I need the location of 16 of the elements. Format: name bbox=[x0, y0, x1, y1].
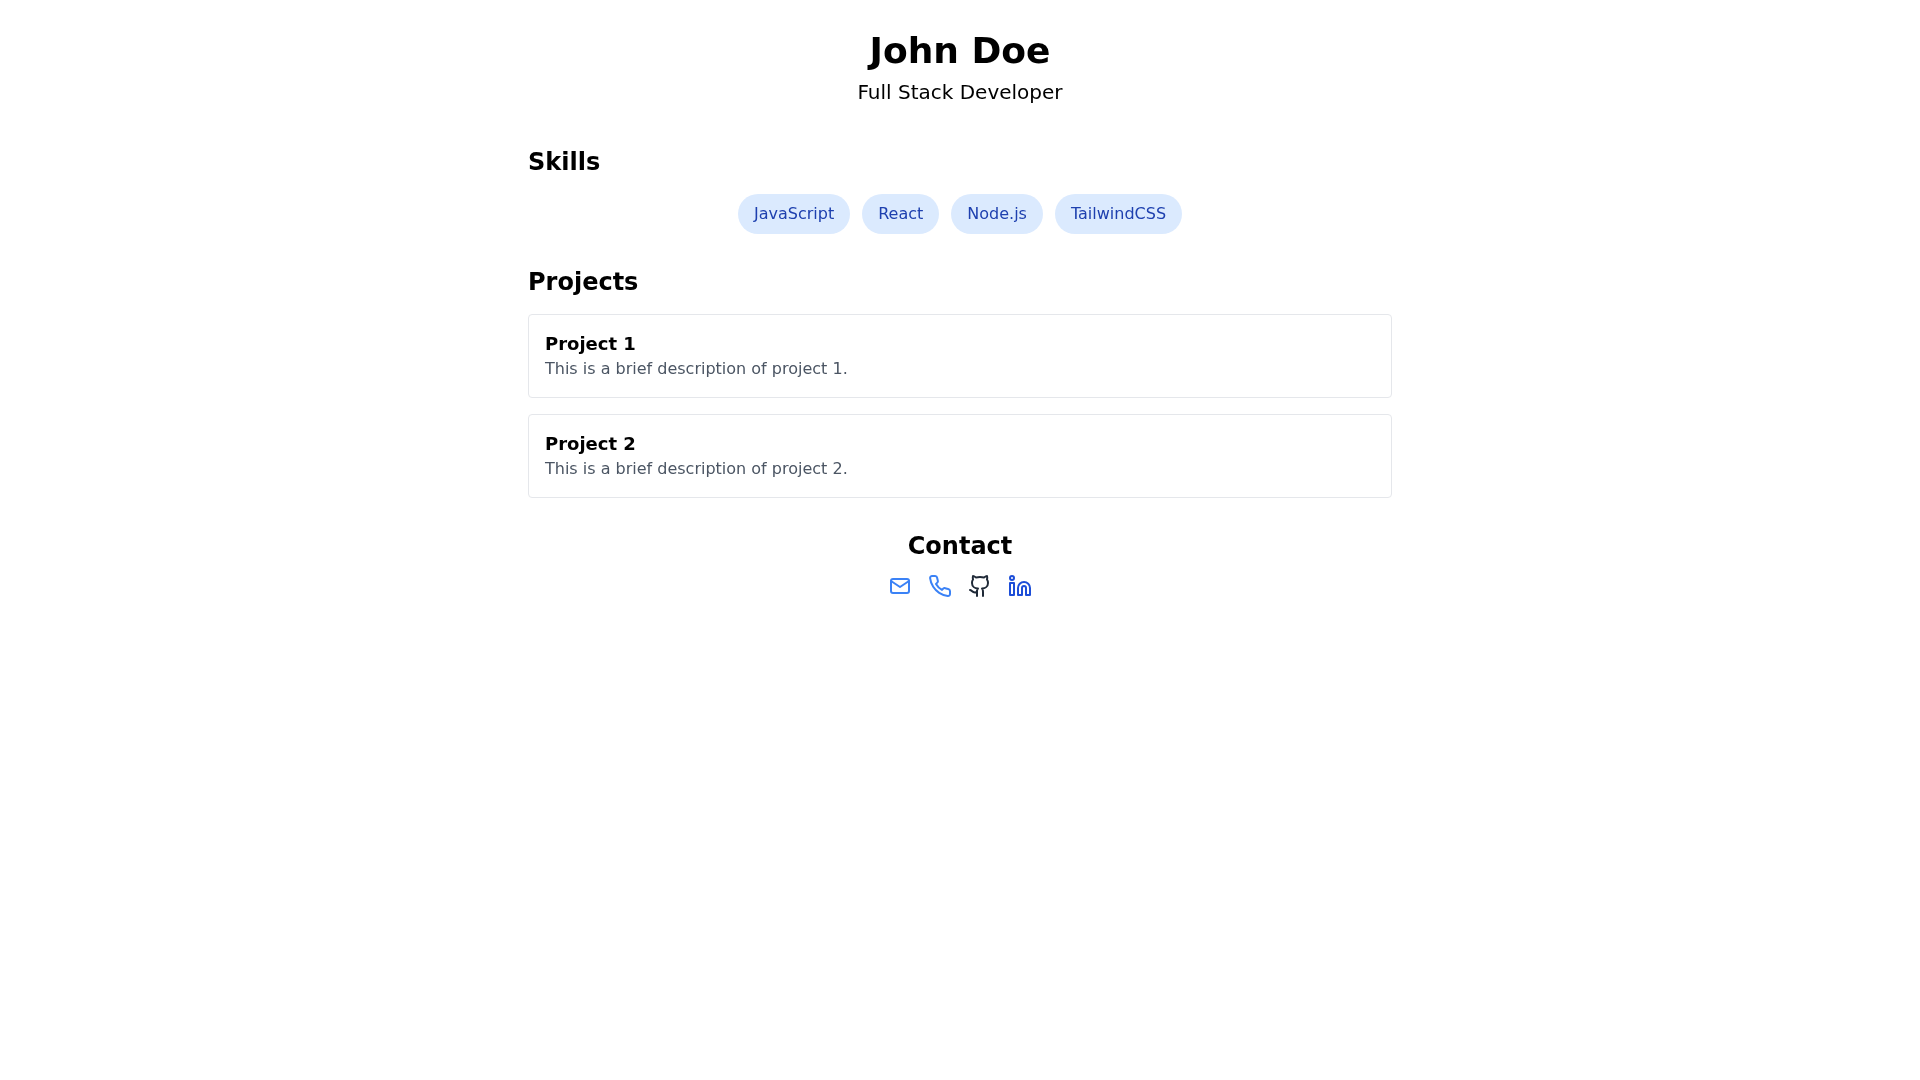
skill-tag: TailwindCSS bbox=[1054, 194, 1183, 234]
skill-tag: React bbox=[862, 194, 940, 234]
section-heading: Projects bbox=[528, 267, 640, 298]
project-title: Project 2 bbox=[545, 432, 637, 456]
project-description: This is a brief description of project 2. bbox=[545, 458, 849, 480]
section-heading: Skills bbox=[528, 147, 602, 178]
github-icon[interactable] bbox=[968, 574, 992, 598]
skill-tag: Node.js bbox=[951, 194, 1043, 234]
project-description: This is a brief description of project 1. bbox=[545, 358, 849, 380]
project-title: Project 1 bbox=[545, 332, 637, 356]
phone-icon[interactable] bbox=[928, 574, 952, 598]
section-heading: Contact bbox=[906, 531, 1014, 562]
person-name: John Doe bbox=[866, 29, 1052, 73]
linkedin-icon[interactable] bbox=[1008, 574, 1032, 598]
skill-tag: JavaScript bbox=[737, 194, 851, 234]
job-title: Full Stack Developer bbox=[856, 79, 1064, 106]
